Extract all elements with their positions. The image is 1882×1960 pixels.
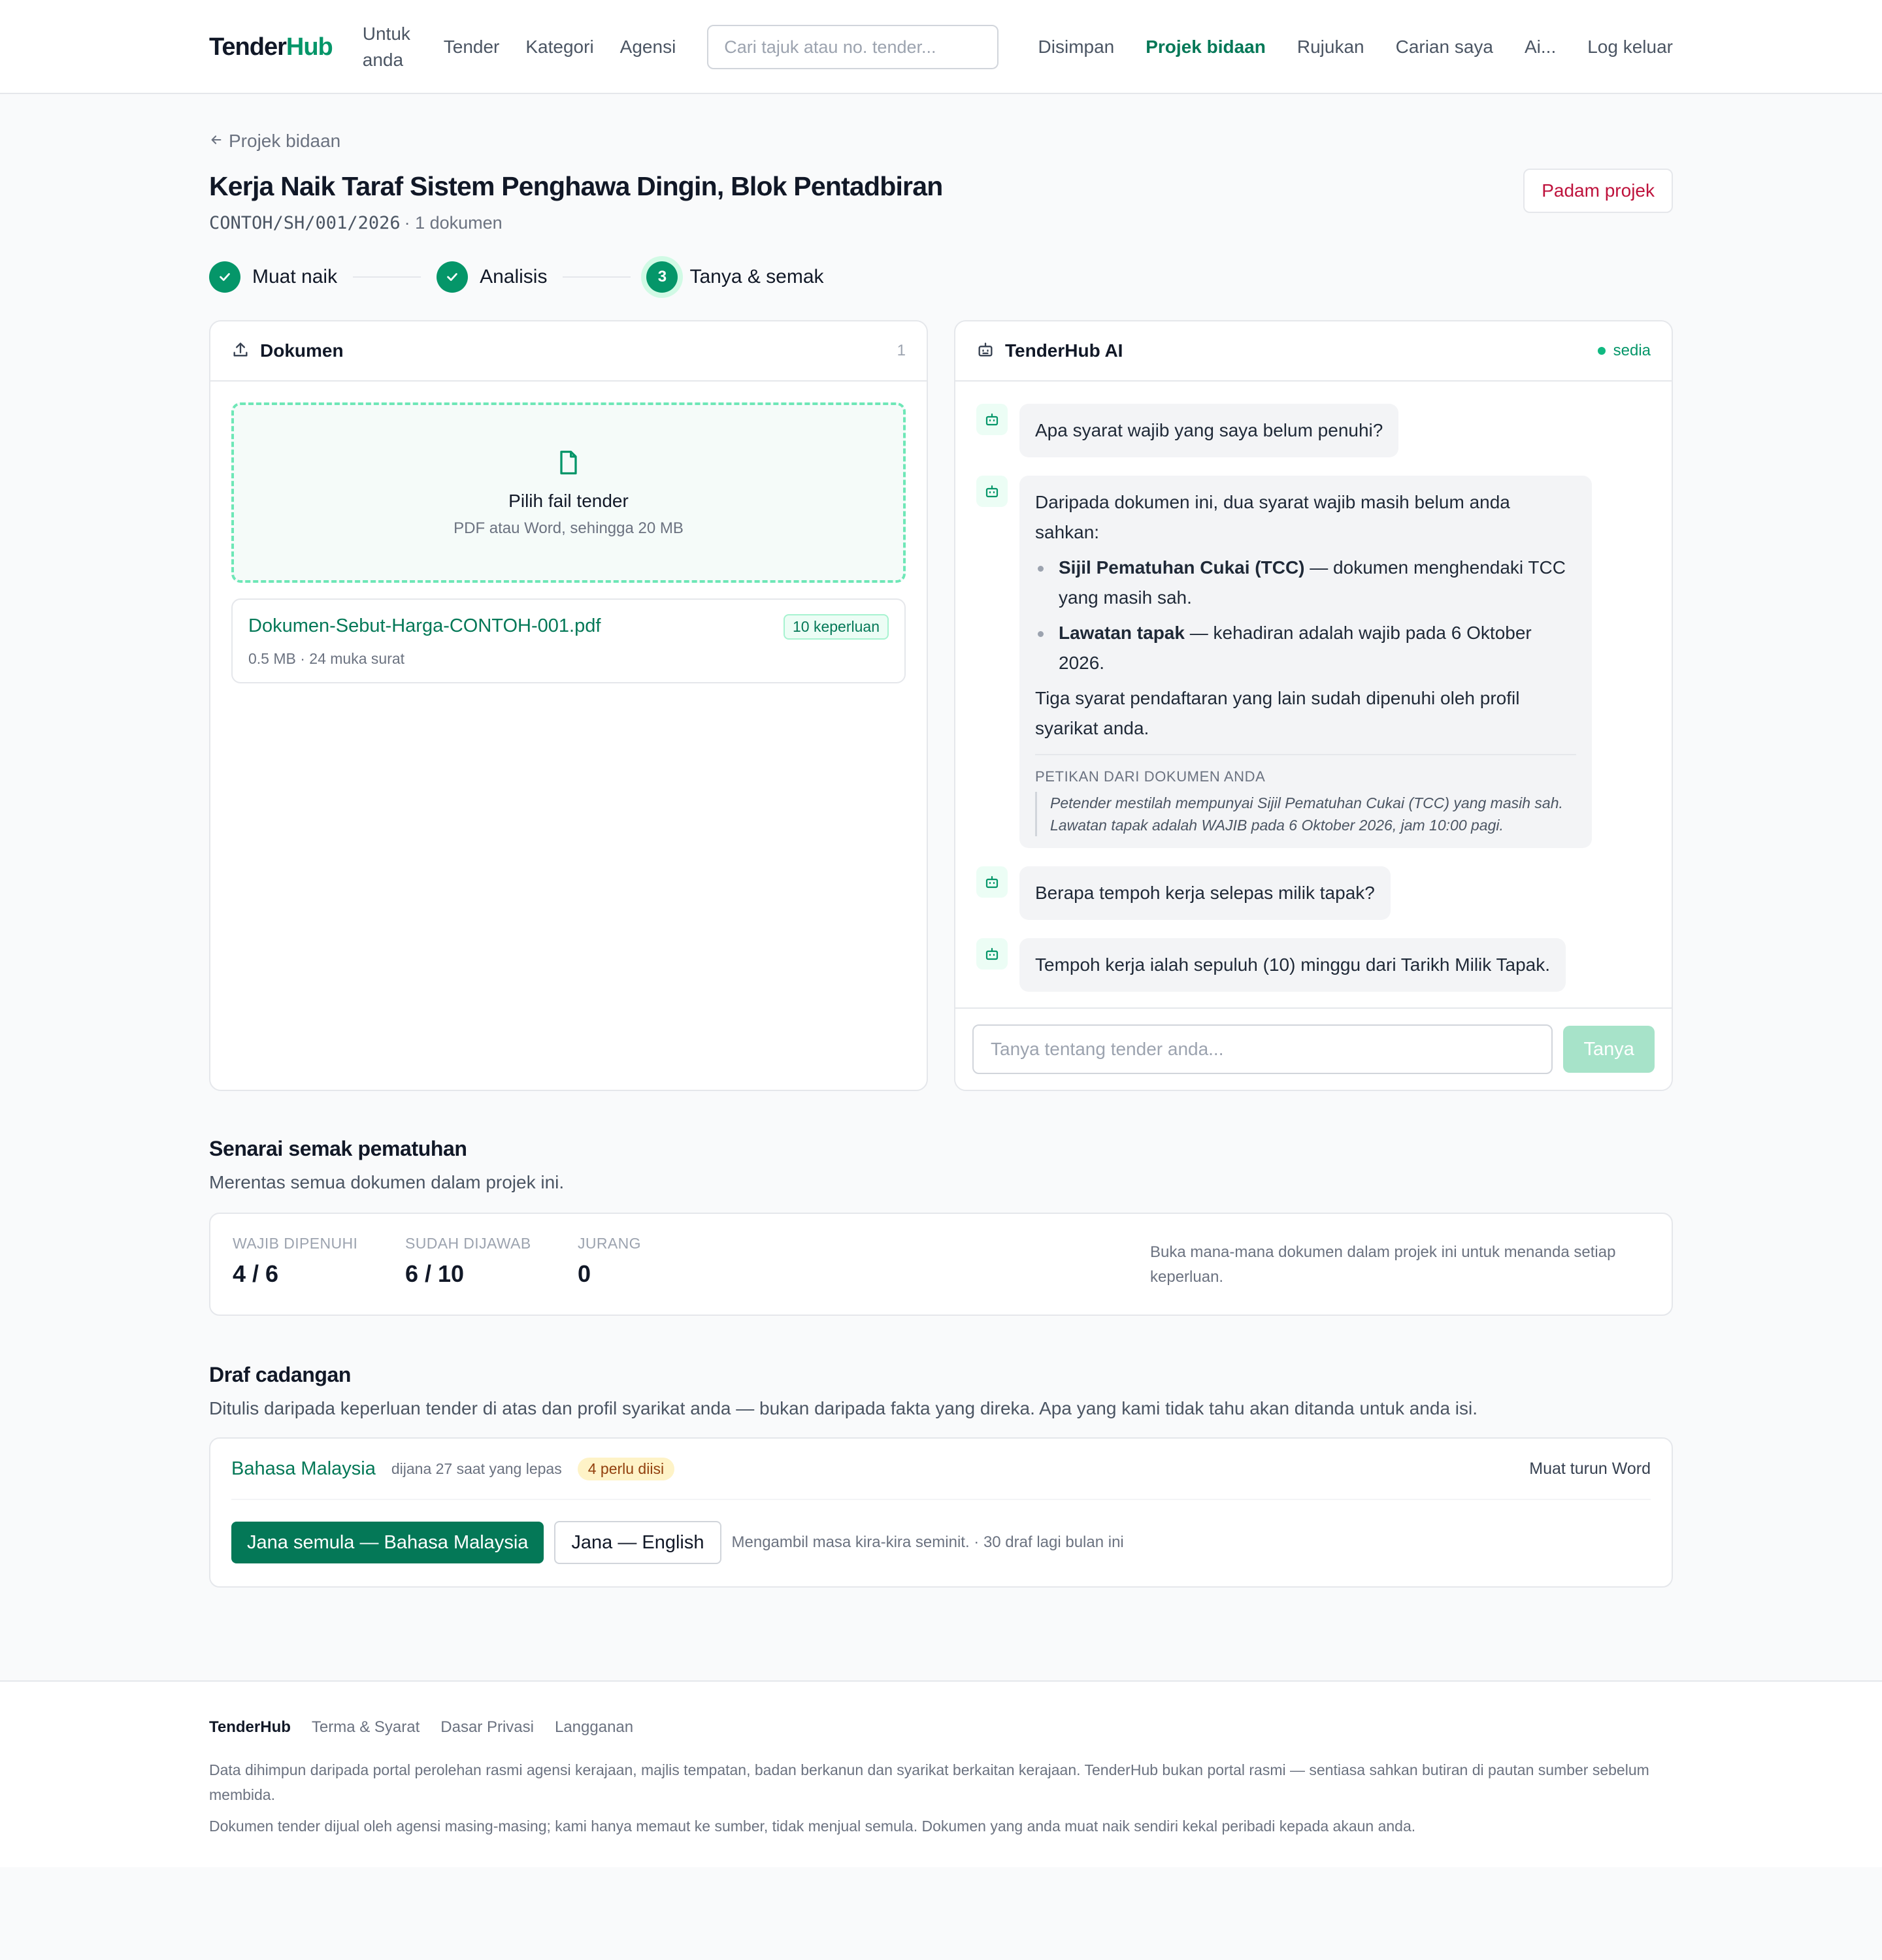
download-word-link[interactable]: Muat turun Word <box>1529 1460 1651 1478</box>
documents-count: 1 <box>897 342 906 359</box>
draft-title: Draf cadangan <box>209 1363 352 1386</box>
answer-bubble: Tempoh kerja ialah sepuluh (10) minggu d… <box>1019 938 1566 992</box>
excerpt-heading: PETIKAN DARI DOKUMEN ANDA <box>1035 768 1266 785</box>
draft-card: Bahasa Malaysia dijana 27 saat yang lepa… <box>209 1437 1673 1588</box>
nav-link-carian-saya[interactable]: Carian saya <box>1396 34 1493 60</box>
footer: TenderHub Terma & Syarat Dasar Privasi L… <box>0 1680 1882 1867</box>
upload-icon <box>231 340 250 362</box>
chat-message: Berapa tempoh kerja selepas milik tapak? <box>976 866 1651 920</box>
robot-icon <box>976 476 1008 507</box>
robot-icon <box>976 866 1008 898</box>
check-icon <box>209 261 240 293</box>
logout-link[interactable]: Log keluar <box>1587 34 1673 60</box>
robot-icon <box>976 404 1008 435</box>
step-connector <box>563 276 631 278</box>
question-bubble: Berapa tempoh kerja selepas milik tapak? <box>1019 866 1391 920</box>
step-label: Analisis <box>480 266 548 287</box>
step-analysis: Analisis <box>437 261 547 293</box>
step-label: Tanya & semak <box>689 266 824 287</box>
step-ask-review: 3 Tanya & semak <box>646 261 824 293</box>
documents-title: Dokumen <box>260 340 344 361</box>
arrow-left-icon <box>209 131 223 152</box>
stat-answered: SUDAH DIJAWAB 6 / 10 <box>405 1235 531 1287</box>
excerpt-quote: Petender mestilah mempunyai Sijil Pematu… <box>1035 792 1576 836</box>
delete-project-button[interactable]: Padam projek <box>1523 169 1673 213</box>
dropzone-hint: PDF atau Word, sehingga 20 MB <box>454 519 684 537</box>
nav-link-agensi[interactable]: Agensi <box>620 34 676 60</box>
regenerate-malay-button[interactable]: Jana semula — Bahasa Malaysia <box>231 1522 544 1563</box>
chat-message: Daripada dokumen ini, dua syarat wajib m… <box>976 476 1651 848</box>
footer-disclaimer: Data dihimpun daripada portal perolehan … <box>209 1761 1649 1803</box>
file-dropzone[interactable]: Pilih fail tender PDF atau Word, sehingg… <box>231 402 906 583</box>
stat-mandatory: WAJIB DIPENUHI 4 / 6 <box>233 1235 358 1287</box>
project-meta: CONTOH/SH/001/2026 · 1 dokumen <box>209 213 503 233</box>
document-excerpt: PETIKAN DARI DOKUMEN ANDA Petender mesti… <box>1035 754 1576 836</box>
nav-link-disimpan[interactable]: Disimpan <box>1038 34 1115 60</box>
page-title: Kerja Naik Taraf Sistem Penghawa Dingin,… <box>209 171 943 201</box>
robot-icon <box>976 938 1008 970</box>
generation-note: Mengambil masa kira-kira seminit. · 30 d… <box>731 1533 1124 1551</box>
file-icon <box>554 448 583 480</box>
ask-bar: Tanya <box>955 1007 1672 1090</box>
ask-input[interactable] <box>972 1024 1553 1074</box>
nav-link-untuk-anda[interactable]: Untuk anda <box>363 21 418 73</box>
footer-brand: TenderHub <box>209 1718 291 1736</box>
chat-message: Tempoh kerja ialah sepuluh (10) minggu d… <box>976 938 1651 992</box>
nav-link-kategori[interactable]: Kategori <box>525 34 593 60</box>
step-label: Muat naik <box>252 266 338 287</box>
progress-steps: Muat naik Analisis 3 Tanya & semak <box>209 261 824 293</box>
draft-subtitle: Ditulis daripada keperluan tender di ata… <box>209 1398 1478 1418</box>
compliance-subtitle: Merentas semua dokumen dalam projek ini. <box>209 1172 565 1192</box>
answer-intro: Daripada dokumen ini, dua syarat wajib m… <box>1035 492 1510 542</box>
answer-list-item: Sijil Pematuhan Cukai (TCC) — dokumen me… <box>1035 553 1576 613</box>
footer-link-subscription[interactable]: Langganan <box>555 1718 633 1737</box>
compliance-summary-card: WAJIB DIPENUHI 4 / 6 SUDAH DIJAWAB 6 / 1… <box>209 1213 1673 1316</box>
logo[interactable]: TenderHub <box>209 33 333 61</box>
documents-panel: Dokumen 1 Pilih fail tender PDF atau Wor… <box>209 320 928 1091</box>
answer-bubble: Daripada dokumen ini, dua syarat wajib m… <box>1019 476 1592 848</box>
document-item[interactable]: Dokumen-Sebut-Harga-CONTOH-001.pdf 0.5 M… <box>231 598 906 683</box>
step-upload: Muat naik <box>209 261 337 293</box>
back-link[interactable]: Projek bidaan <box>209 131 340 152</box>
nav-link-projek-bidaan[interactable]: Projek bidaan <box>1146 34 1266 60</box>
chat-message: Apa syarat wajib yang saya belum penuhi? <box>976 404 1651 457</box>
stat-gaps: JURANG 0 <box>578 1235 641 1287</box>
answer-list-item: Lawatan tapak — kehadiran adalah wajib p… <box>1035 618 1576 678</box>
nav-link-tender[interactable]: Tender <box>444 34 500 60</box>
chat-thread[interactable]: Apa syarat wajib yang saya belum penuhi?… <box>955 382 1672 1035</box>
draft-language[interactable]: Bahasa Malaysia <box>231 1458 376 1480</box>
back-link-label: Projek bidaan <box>229 131 341 151</box>
dropzone-title: Pilih fail tender <box>508 490 629 511</box>
generate-english-button[interactable]: Jana — English <box>554 1521 721 1564</box>
nav-link-rujukan[interactable]: Rujukan <box>1297 34 1364 60</box>
document-meta: 0.5 MB · 24 muka surat <box>248 650 405 667</box>
question-bubble: Apa syarat wajib yang saya belum penuhi? <box>1019 404 1399 457</box>
project-code: CONTOH/SH/001/2026 <box>209 213 401 233</box>
ai-title: TenderHub AI <box>1005 340 1123 361</box>
draft-row: Bahasa Malaysia dijana 27 saat yang lepa… <box>231 1439 1651 1500</box>
step-number: 3 <box>646 261 678 293</box>
footer-link-terms[interactable]: Terma & Syarat <box>312 1718 420 1737</box>
draft-timestamp: dijana 27 saat yang lepas <box>391 1460 562 1477</box>
answer-summary: Tiga syarat pendaftaran yang lain sudah … <box>1035 688 1520 738</box>
requirements-badge: 10 keperluan <box>784 614 889 640</box>
compliance-title: Senarai semak pematuhan <box>209 1137 467 1160</box>
robot-icon <box>976 340 995 362</box>
ask-button[interactable]: Tanya <box>1563 1026 1655 1073</box>
footer-link-privacy[interactable]: Dasar Privasi <box>440 1718 534 1737</box>
answer-list: Sijil Pematuhan Cukai (TCC) — dokumen me… <box>1035 553 1576 678</box>
ai-chat-panel: TenderHub AI sedia Apa syarat wajib yang… <box>954 320 1673 1091</box>
top-navigation: TenderHub Untuk anda Tender Kategori Age… <box>0 0 1882 94</box>
doc-count: · 1 dokumen <box>404 213 503 233</box>
nav-link-ai[interactable]: Ai... <box>1525 34 1556 60</box>
status-badge: sedia <box>1598 342 1651 360</box>
search-input[interactable] <box>707 25 999 69</box>
fill-needed-badge: 4 perlu diisi <box>577 1457 675 1480</box>
compliance-hint: Buka mana-mana dokumen dalam projek ini … <box>1150 1243 1616 1286</box>
footer-note: Dokumen tender dijual oleh agensi masing… <box>209 1818 1416 1835</box>
step-connector <box>353 276 421 278</box>
check-icon <box>437 261 469 293</box>
